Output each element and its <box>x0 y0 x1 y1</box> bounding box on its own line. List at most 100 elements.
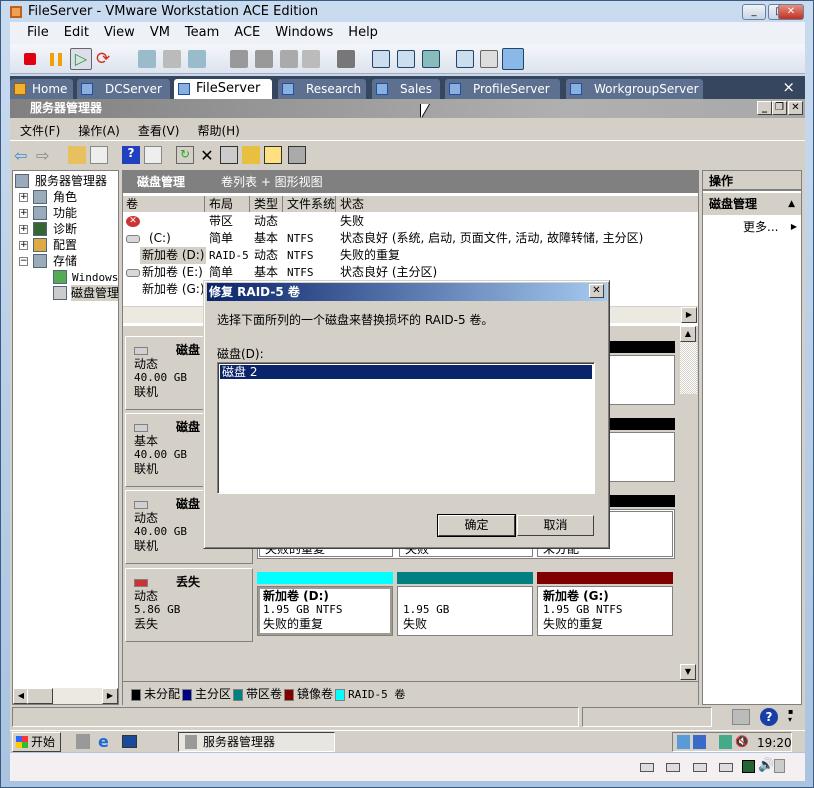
hard-disk-icon[interactable] <box>719 763 733 772</box>
graphical-vscrollbar[interactable]: ▲ ▼ <box>680 326 697 681</box>
help-icon[interactable]: ? <box>760 708 778 726</box>
team-icon[interactable] <box>230 50 248 68</box>
ie-icon[interactable]: e <box>98 733 109 750</box>
volume-row[interactable]: 新加卷 (D:) RAID-5 动态 NTFS 失败的重复 <box>123 247 698 264</box>
disk-label[interactable]: 丢失 动态 5.86 GB 丢失 <box>125 568 253 642</box>
reset-icon[interactable]: ⟳ <box>96 50 114 68</box>
sound-icon[interactable]: 🔊 <box>758 758 774 773</box>
settings-icon[interactable] <box>288 146 306 164</box>
tab-profileserver[interactable]: ProfileServer <box>445 79 560 99</box>
menu-team[interactable]: Team <box>185 25 219 40</box>
col-status[interactable]: 状态 <box>337 196 698 212</box>
volume-row[interactable]: 新加卷 (E:) 简单 基本 NTFS 状态良好 (主分区) <box>123 264 698 281</box>
tab-sales[interactable]: Sales <box>372 79 440 99</box>
restore-button[interactable]: ❐ <box>772 101 787 115</box>
suspend-icon[interactable] <box>50 53 62 66</box>
scroll-thumb[interactable] <box>27 688 53 704</box>
taskbar-item-server-manager[interactable]: 服务器管理器 <box>178 732 335 752</box>
col-type[interactable]: 类型 <box>251 196 283 212</box>
tree-item-storage[interactable]: 存储 <box>53 253 77 269</box>
forward-icon[interactable]: ⇨ <box>36 146 54 165</box>
show-hide-action-icon[interactable] <box>144 146 162 164</box>
dialog-close-button[interactable]: ✕ <box>589 284 604 298</box>
hard-disk-icon[interactable] <box>693 763 707 772</box>
tray-icon[interactable] <box>693 735 706 749</box>
tree-hscrollbar[interactable]: ◀ ▶ <box>13 688 118 704</box>
tree-item-roles[interactable]: 角色 <box>53 189 77 205</box>
up-icon[interactable] <box>68 146 86 164</box>
partition[interactable]: 1.95 GB 失败 <box>397 586 533 636</box>
scroll-down-icon[interactable]: ▼ <box>680 664 696 680</box>
open-icon[interactable] <box>242 146 260 164</box>
show-hide-tree-icon[interactable] <box>90 146 108 164</box>
menu-help[interactable]: Help <box>348 25 378 40</box>
hard-disk-icon[interactable] <box>640 763 654 772</box>
sidebar-view-icon[interactable] <box>372 50 390 68</box>
refresh-icon[interactable]: ↻ <box>176 146 194 164</box>
search-icon[interactable] <box>264 146 282 164</box>
close-button[interactable]: ✕ <box>778 4 804 20</box>
cancel-button[interactable]: 取消 <box>517 515 594 536</box>
tab-dcserver[interactable]: DCServer <box>77 79 170 99</box>
keyboard-icon[interactable] <box>732 709 750 725</box>
usb-icon[interactable] <box>774 759 785 773</box>
show-desktop-icon[interactable] <box>122 735 137 748</box>
team2-icon[interactable] <box>255 50 273 68</box>
partition[interactable]: 新加卷 (D:) 1.95 GB NTFS 失败的重复 <box>257 586 393 636</box>
power-off-icon[interactable] <box>24 53 36 65</box>
minimize-button[interactable]: _ <box>757 101 772 115</box>
menu-view[interactable]: View <box>104 25 135 40</box>
summary-icon[interactable] <box>480 50 498 68</box>
server-manager-quicklaunch-icon[interactable] <box>76 734 90 749</box>
menu-file[interactable]: File <box>27 25 49 40</box>
back-icon[interactable]: ⇦ <box>14 146 32 165</box>
ok-button[interactable]: 确定 <box>438 515 515 536</box>
tree-root[interactable]: 服务器管理器 <box>35 173 107 189</box>
tab-research[interactable]: Research <box>278 79 366 99</box>
help-icon[interactable]: ? <box>122 146 140 164</box>
play-icon[interactable]: ▷ <box>70 48 92 70</box>
overflow-icon[interactable]: ▪ ▾ <box>788 708 793 724</box>
volume-row[interactable]: (C:) 简单 基本 NTFS 状态良好 (系统, 启动, 页面文件, 活动, 故障转储… <box>123 230 698 247</box>
menu-windows[interactable]: Windows <box>275 25 333 40</box>
disk-list-item[interactable]: 磁盘 2 <box>220 365 592 379</box>
device-icon[interactable] <box>280 50 298 68</box>
disk-listbox[interactable]: 磁盘 2 <box>217 362 595 494</box>
quick-switch-icon[interactable] <box>422 50 440 68</box>
expand-icon[interactable]: + <box>19 241 28 250</box>
tray-icon[interactable] <box>677 735 690 749</box>
menu-ace[interactable]: ACE <box>234 25 260 40</box>
scroll-up-icon[interactable]: ▲ <box>680 326 696 342</box>
network-icon[interactable] <box>719 735 732 749</box>
partition[interactable]: 新加卷 (G:) 1.95 GB NTFS 失败的重复 <box>537 586 673 636</box>
close-tab-icon[interactable]: × <box>782 78 795 96</box>
volume-row[interactable]: ✕ 带区 动态 失败 <box>123 213 698 230</box>
hard-disk-icon[interactable] <box>666 763 680 772</box>
settings-icon[interactable] <box>456 50 474 68</box>
tab-workgroupserver[interactable]: WorkgroupServer <box>566 79 703 99</box>
full-screen-icon[interactable] <box>397 50 415 68</box>
snapshot-manager-icon[interactable] <box>188 50 206 68</box>
tab-home[interactable]: Home <box>10 79 73 99</box>
actions-more[interactable]: 更多... ▶ <box>743 219 801 235</box>
tab-fileserver[interactable]: FileServer <box>174 79 272 99</box>
close-button[interactable]: ✕ <box>788 101 803 115</box>
expand-icon[interactable]: + <box>19 193 28 202</box>
collapse-icon[interactable]: − <box>19 257 28 266</box>
tree-item-configuration[interactable]: 配置 <box>53 237 77 253</box>
menu-edit[interactable]: Edit <box>64 25 89 40</box>
tree-item-windows-backup[interactable]: Windows <box>72 270 118 286</box>
col-layout[interactable]: 布局 <box>206 196 250 212</box>
scroll-track[interactable] <box>680 342 697 394</box>
console-view-icon[interactable] <box>502 48 524 70</box>
revert-snapshot-icon[interactable] <box>163 50 181 68</box>
network-adapter-icon[interactable] <box>742 760 755 773</box>
scroll-right-icon[interactable]: ▶ <box>681 307 697 323</box>
menu-view[interactable]: 查看(V) <box>138 124 180 138</box>
expand-icon[interactable]: + <box>19 225 28 234</box>
snapshot-icon[interactable] <box>138 50 156 68</box>
usb-icon[interactable] <box>302 50 320 68</box>
delete-icon[interactable]: ✕ <box>198 146 216 165</box>
tree-item-disk-management[interactable]: 磁盘管理 <box>71 285 118 301</box>
start-button[interactable]: 开始 <box>12 732 61 752</box>
